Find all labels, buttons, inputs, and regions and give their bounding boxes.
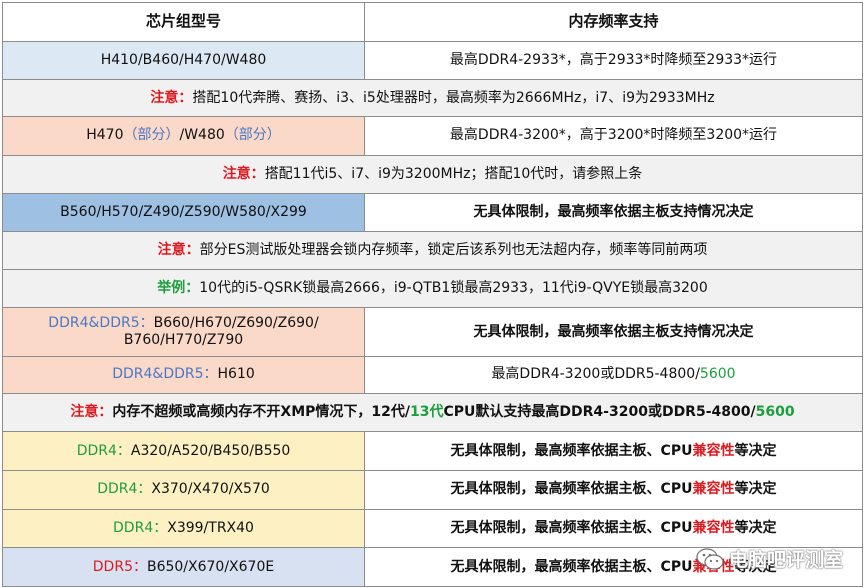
table-row: H470（部分）/W480（部分） 最高DDR4-3200*，高于3200*时降… <box>2 115 863 156</box>
chipset-cell: H470（部分）/W480（部分） <box>2 115 365 156</box>
example-row: 举例：10代的i5-QSRK锁最高2666，i9-QTB1锁最高2933，11代… <box>2 268 863 309</box>
chipset-text: H470 <box>86 127 124 144</box>
note-text: 搭配11代i5、i7、i9为3200MHz；搭配10代时，请参照上条 <box>264 165 643 182</box>
note-highlight: 13代 <box>410 403 444 420</box>
note-row: 注意：内存不超频或高频内存不开XMP情况下，12代/13代CPU默认支持最高DD… <box>2 392 863 433</box>
note-prefix: 注意： <box>157 241 200 258</box>
note-row: 注意：搭配11代i5、i7、i9为3200MHz；搭配10代时，请参照上条 <box>2 154 863 195</box>
header-memory-support: 内存频率支持 <box>364 2 863 42</box>
chipset-text: /W480 <box>179 127 225 144</box>
table-row: DDR4：X370/X470/X570 无具体限制，最高频率依据主板、CPU兼容… <box>2 469 863 510</box>
chipset-text: B650/X670/X670E <box>146 558 275 575</box>
note-cell: 注意：搭配10代奔腾、赛扬、i3、i5处理器时，最高频率为2666MHz，i7、… <box>2 79 863 117</box>
ddr-prefix: DDR4： <box>76 442 131 459</box>
note-row: 注意：搭配10代奔腾、赛扬、i3、i5处理器时，最高频率为2666MHz，i7、… <box>2 79 863 117</box>
ddr-prefix: DDR4&DDR5： <box>48 315 154 332</box>
note-cell: 注意：内存不超频或高频内存不开XMP情况下，12代/13代CPU默认支持最高DD… <box>2 392 863 433</box>
chipset-text: B760/H770/Z790 <box>123 332 244 349</box>
table-row: DDR4&DDR5：B660/H670/Z690/Z690/B760/H770/… <box>2 307 863 358</box>
support-text: 无具体限制，最高频率依据主板、CPU <box>450 442 693 459</box>
support-highlight: 兼容性 <box>692 442 735 459</box>
chipset-text: A320/A520/B450/B550 <box>130 442 291 459</box>
header-chipset: 芯片组型号 <box>2 2 365 42</box>
example-text: 10代的i5-QSRK锁最高2666，i9-QTB1锁最高2933，11代i9-… <box>199 279 708 296</box>
ddr-prefix: DDR4： <box>97 481 152 498</box>
chipset-cell: DDR4：X399/TRX40 <box>2 508 365 549</box>
chipset-partial-note: （部分） <box>123 127 180 144</box>
support-cell: 最高DDR4-3200或DDR5-4800/5600 <box>364 356 863 394</box>
chipset-cell: DDR4&DDR5：H610 <box>2 356 365 394</box>
table-row: DDR4：A320/A520/B450/B550 无具体限制，最高频率依据主板、… <box>2 431 863 471</box>
note-text: 内存不超频或高频内存不开XMP情况下，12代/ <box>112 403 411 420</box>
support-cell: 无具体限制，最高频率依据主板、CPU兼容性等决定 <box>364 431 863 471</box>
chipset-cell: DDR4：X370/X470/X570 <box>2 469 365 510</box>
chipset-text: B660/H670/Z690/Z690/ <box>153 315 319 332</box>
note-prefix: 注意： <box>222 165 265 182</box>
chipset-cell: DDR4&DDR5：B660/H670/Z690/Z690/B760/H770/… <box>2 307 365 358</box>
chipset-cell: DDR5：B650/X670/X670E <box>2 547 365 587</box>
ddr-prefix: DDR4&DDR5： <box>112 366 218 383</box>
ddr-prefix: DDR4： <box>113 519 168 536</box>
support-highlight: 兼容性 <box>692 558 735 575</box>
note-cell: 注意：部分ES测试版处理器会锁内存频率，锁定后该系列也无法超内存，频率等同前两项 <box>2 230 863 270</box>
support-text: 最高DDR4-3200或DDR5-4800/ <box>491 366 700 383</box>
support-cell: 无具体限制，最高频率依据主板、CPU兼容性等决定 <box>364 469 863 510</box>
note-row: 注意：部分ES测试版处理器会锁内存频率，锁定后该系列也无法超内存，频率等同前两项 <box>2 230 863 270</box>
table-row: H410/B460/H470/W480 最高DDR4-2933*，高于2933*… <box>2 40 863 81</box>
note-highlight: 5600 <box>755 403 795 420</box>
note-text: 搭配10代奔腾、赛扬、i3、i5处理器时，最高频率为2666MHz，i7、i9为… <box>192 89 715 106</box>
table-row: DDR5：B650/X670/X670E 无具体限制，最高频率依据主板、CPU兼… <box>2 547 863 587</box>
example-cell: 举例：10代的i5-QSRK锁最高2666，i9-QTB1锁最高2933，11代… <box>2 268 863 309</box>
support-highlight: 兼容性 <box>692 481 735 498</box>
chipset-partial-note: （部分） <box>224 127 281 144</box>
support-cell: 无具体限制，最高频率依据主板支持情况决定 <box>364 193 863 232</box>
table-row: DDR4：X399/TRX40 无具体限制，最高频率依据主板、CPU兼容性等决定 <box>2 508 863 549</box>
table-row: DDR4&DDR5：H610 最高DDR4-3200或DDR5-4800/560… <box>2 356 863 394</box>
ddr-prefix: DDR5： <box>92 558 147 575</box>
example-prefix: 举例： <box>157 279 200 296</box>
chipset-cell: DDR4：A320/A520/B450/B550 <box>2 431 365 471</box>
support-text: 无具体限制，最高频率依据主板、CPU <box>450 519 693 536</box>
note-cell: 注意：搭配11代i5、i7、i9为3200MHz；搭配10代时，请参照上条 <box>2 154 863 195</box>
support-cell: 无具体限制，最高频率依据主板支持情况决定 <box>364 307 863 358</box>
support-text: 无具体限制，最高频率依据主板、CPU <box>450 558 693 575</box>
note-prefix: 注意： <box>70 403 113 420</box>
note-prefix: 注意： <box>150 89 193 106</box>
chipset-text: X370/X470/X570 <box>151 481 270 498</box>
table-header-row: 芯片组型号 内存频率支持 <box>2 2 863 42</box>
support-cell: 最高DDR4-2933*，高于2933*时降频至2933*运行 <box>364 40 863 81</box>
support-cell: 最高DDR4-3200*，高于3200*时降频至3200*运行 <box>364 115 863 156</box>
chipset-text: X399/TRX40 <box>167 519 254 536</box>
support-text: 等决定 <box>734 558 777 575</box>
table-row: B560/H570/Z490/Z590/W580/X299 无具体限制，最高频率… <box>2 193 863 232</box>
chipset-cell: H410/B460/H470/W480 <box>2 40 365 81</box>
note-text: CPU默认支持最高DDR4-3200或DDR5-4800/ <box>443 403 756 420</box>
support-text: 无具体限制，最高频率依据主板、CPU <box>450 481 693 498</box>
chipset-cell: B560/H570/Z490/Z590/W580/X299 <box>2 193 365 232</box>
support-cell: 无具体限制，最高频率依据主板、CPU兼容性等决定 <box>364 508 863 549</box>
support-highlight: 兼容性 <box>692 519 735 536</box>
memory-support-table: 芯片组型号 内存频率支持 H410/B460/H470/W480 最高DDR4-… <box>2 2 863 587</box>
support-text: 等决定 <box>734 442 777 459</box>
support-text: 等决定 <box>734 519 777 536</box>
note-text: 部分ES测试版处理器会锁内存频率，锁定后该系列也无法超内存，频率等同前两项 <box>199 241 708 258</box>
support-text: 等决定 <box>734 481 777 498</box>
support-highlight: 5600 <box>699 366 736 383</box>
support-cell: 无具体限制，最高频率依据主板、CPU兼容性等决定 <box>364 547 863 587</box>
chipset-text: H610 <box>217 366 255 383</box>
